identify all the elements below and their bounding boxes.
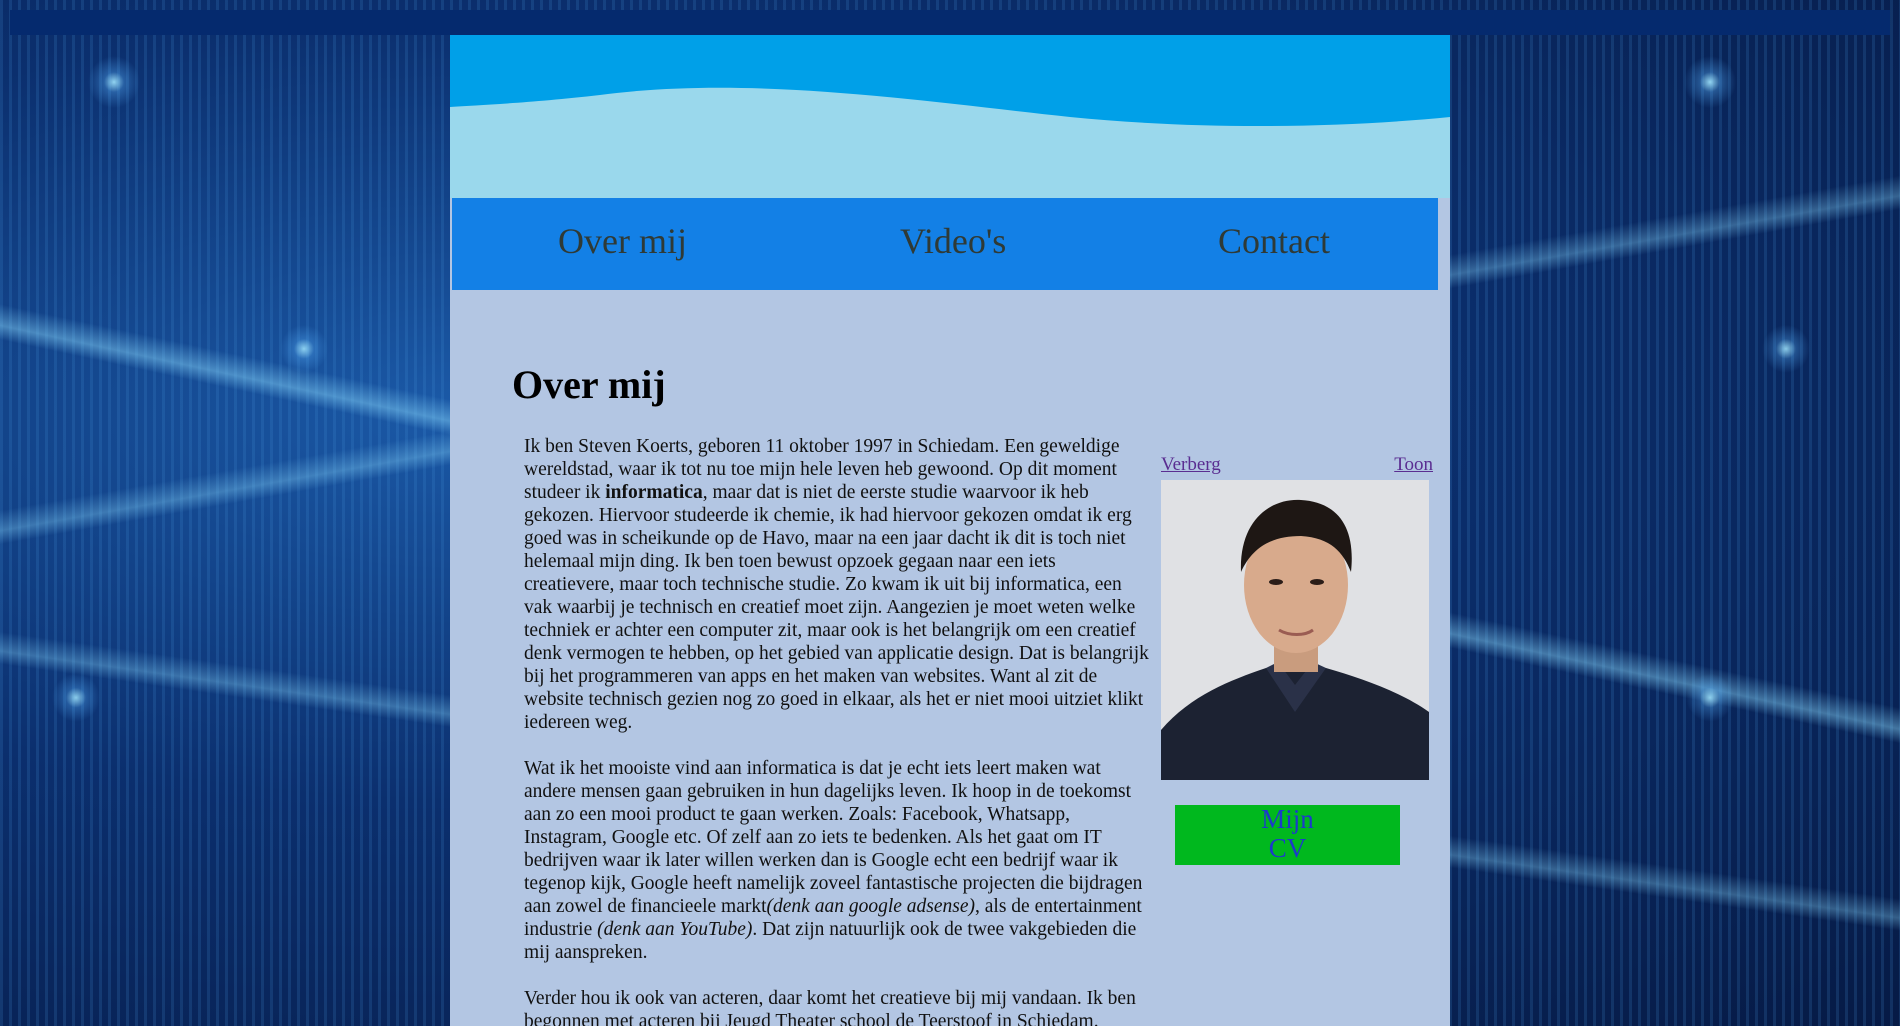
page-container: Over mij Video's Contact Over mij Ik ben… (450, 35, 1450, 1026)
ambition-text-start: Wat ik het mooiste vind aan informatica … (524, 758, 1143, 917)
profile-photo (1161, 480, 1429, 780)
main-nav: Over mij Video's Contact (452, 198, 1438, 290)
photo-right-eye (1310, 579, 1324, 585)
nav-link-over-mij[interactable]: Over mij (558, 220, 687, 262)
show-photo-link[interactable]: Toon (1394, 454, 1433, 476)
ambition-italic-adsense: (denk aan google adsense) (766, 896, 976, 917)
photo-toggle-links: Verberg Toon (1161, 454, 1433, 478)
nav-link-contact[interactable]: Contact (1218, 220, 1330, 262)
top-bar (10, 10, 1890, 35)
hide-photo-link[interactable]: Verberg (1161, 454, 1221, 476)
paragraph-intro: Ik ben Steven Koerts, geboren 11 oktober… (524, 435, 1149, 734)
header-banner (450, 35, 1450, 198)
nav-link-videos[interactable]: Video's (900, 220, 1006, 262)
intro-bold-informatica: informatica (605, 482, 703, 503)
profile-sidebar: Verberg Toon Mijn CV (1161, 454, 1433, 865)
photo-left-eye (1269, 579, 1283, 585)
page-title: Over mij (512, 362, 666, 407)
cv-button-line-1: Mijn (1261, 804, 1314, 834)
paragraph-acting: Verder hou ik ook van acteren, daar komt… (524, 988, 1136, 1026)
my-cv-button[interactable]: Mijn CV (1175, 805, 1400, 865)
about-text: Ik ben Steven Koerts, geboren 11 oktober… (524, 435, 1149, 1026)
intro-text-end: , maar dat is niet de eerste studie waar… (524, 482, 1149, 733)
cv-button-line-2: CV (1268, 833, 1307, 863)
ambition-italic-youtube: (denk aan YouTube) (597, 919, 753, 940)
paragraph-ambition: Wat ik het mooiste vind aan informatica … (524, 757, 1149, 964)
